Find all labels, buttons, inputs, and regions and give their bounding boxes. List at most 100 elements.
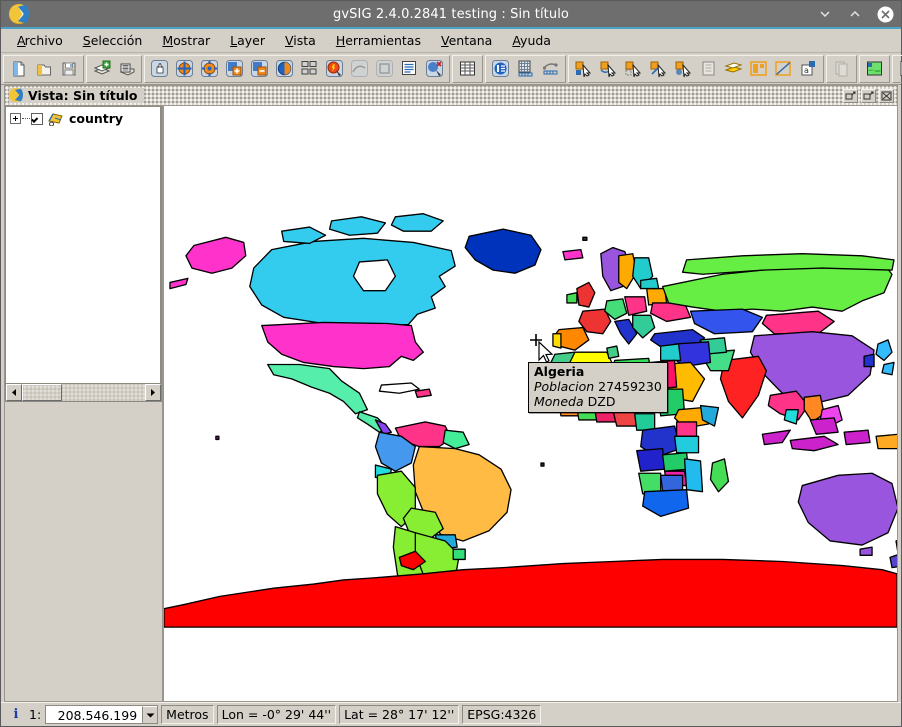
country-baltics[interactable] — [640, 277, 660, 290]
file-group — [3, 54, 84, 83]
country-dominican[interactable] — [414, 388, 432, 399]
map-canvas[interactable]: Algeria Poblacion 27459230 Moneda DZD — [163, 106, 897, 701]
view-window: Vista: Sin título country Algeria Poblac… — [4, 85, 898, 702]
measure-distance-button[interactable] — [348, 57, 371, 81]
expand-layer-icon[interactable] — [10, 113, 21, 124]
attribute-table-button[interactable] — [456, 57, 479, 81]
country-kenya[interactable] — [675, 421, 698, 437]
grid-settings-button[interactable] — [514, 57, 537, 81]
selection-by-attribute-button[interactable]: a — [797, 57, 820, 81]
legend-editor-button[interactable] — [896, 57, 902, 81]
country-iceland[interactable] — [562, 248, 584, 261]
selection-by-layer-button[interactable] — [772, 57, 795, 81]
country-ireland[interactable] — [566, 292, 578, 304]
info-tool-button[interactable] — [323, 57, 346, 81]
measure-area-button[interactable] — [373, 57, 396, 81]
scroll-left-button[interactable] — [6, 384, 22, 401]
select-all-button[interactable] — [697, 57, 720, 81]
zoom-in-button[interactable] — [223, 57, 246, 81]
country-papua-new-guinea[interactable] — [875, 433, 897, 450]
select-by-buffer-button[interactable] — [672, 57, 695, 81]
layer-properties-button[interactable] — [115, 57, 138, 81]
close-window-button[interactable] — [879, 88, 894, 103]
copy-features-button[interactable] — [830, 57, 853, 81]
country-tunisia[interactable] — [606, 345, 620, 360]
country-portugal[interactable] — [552, 333, 562, 349]
scale-value[interactable]: 208.546.199 — [46, 706, 143, 723]
gvsig-application-window: gvSIG 2.4.0.2841 testing : Sin título Ar… — [0, 0, 902, 727]
workarea: Vista: Sin título country Algeria Poblac… — [1, 85, 901, 702]
toolbar-container: a — [1, 53, 902, 85]
minimize-button[interactable] — [817, 6, 833, 22]
country-botswana[interactable] — [659, 474, 684, 493]
island-hawaii[interactable] — [215, 435, 220, 441]
close-button[interactable] — [877, 6, 894, 23]
select-by-polygon-button[interactable] — [622, 57, 645, 81]
menu-archivo[interactable]: Archivo — [7, 30, 73, 51]
select-by-point-button[interactable] — [572, 57, 595, 81]
menu-seleccion[interactable]: Selección — [73, 30, 153, 51]
scale-prefix-label: 1: — [29, 707, 42, 722]
menu-herramientas[interactable]: Herramientas — [326, 30, 431, 51]
country-mozambique[interactable] — [683, 458, 704, 493]
add-layer-button[interactable] — [90, 57, 113, 81]
maximize-window-button[interactable] — [861, 88, 876, 103]
scrollbar-thumb[interactable] — [22, 384, 62, 401]
scrollbar-track[interactable] — [22, 384, 145, 401]
select-by-rect-button[interactable] — [597, 57, 620, 81]
country-uruguay[interactable] — [452, 548, 466, 561]
zoom-full-extent-button[interactable] — [273, 57, 296, 81]
layer-visibility-checkbox[interactable] — [31, 112, 43, 125]
country-korea[interactable] — [863, 353, 875, 368]
country-iraq[interactable] — [659, 343, 682, 362]
island-svalbard[interactable] — [582, 236, 588, 242]
restore-window-button[interactable] — [843, 88, 858, 103]
save-project-button[interactable] — [57, 57, 80, 81]
country-cameroon[interactable] — [634, 413, 656, 431]
view-center-button[interactable] — [398, 57, 421, 81]
country-tanzania[interactable] — [673, 435, 700, 454]
tree-connector — [22, 118, 30, 119]
menu-ayuda[interactable]: Ayuda — [502, 30, 561, 51]
zoom-to-layer-button[interactable] — [298, 57, 321, 81]
country-indonesia-sulawesi[interactable] — [843, 429, 871, 446]
chevron-down-icon[interactable] — [142, 706, 158, 723]
view-window-controls — [843, 88, 897, 103]
menu-ventana[interactable]: Ventana — [431, 30, 502, 51]
menu-ayuda-label: yuda — [520, 33, 551, 48]
zoom-previous-button[interactable] — [423, 57, 446, 81]
island-atlantic[interactable] — [540, 462, 545, 467]
view-window-title: Vista: Sin título — [28, 88, 138, 103]
country-japan-south[interactable] — [881, 361, 895, 376]
open-project-button[interactable] — [32, 57, 55, 81]
profile-tool-button[interactable] — [539, 57, 562, 81]
pan-button[interactable] — [148, 57, 171, 81]
tooltip-field-poblacion-label: Poblacion — [534, 378, 595, 394]
menu-mostrar[interactable]: Mostrar — [152, 30, 220, 51]
scroll-right-button[interactable] — [145, 384, 161, 401]
country-tasmania[interactable] — [859, 546, 873, 556]
toc-horizontal-scrollbar[interactable] — [5, 384, 162, 402]
country-angola[interactable] — [636, 447, 666, 472]
clear-selection-button[interactable] — [747, 57, 770, 81]
menu-ventana-label: entana — [448, 33, 493, 48]
layer-tree-row-country[interactable]: country — [6, 107, 160, 126]
select-by-circle-button[interactable] — [647, 57, 670, 81]
country-poland[interactable] — [624, 296, 648, 316]
layer-tree[interactable]: country — [5, 106, 162, 384]
menu-vista-label: ista — [293, 33, 316, 48]
scale-combobox[interactable]: 208.546.199 — [45, 705, 159, 724]
raster-properties-button[interactable] — [863, 57, 886, 81]
new-project-button[interactable] — [7, 57, 30, 81]
invert-selection-button[interactable] — [722, 57, 745, 81]
zoom-out-button[interactable] — [248, 57, 271, 81]
maximize-button[interactable] — [847, 6, 863, 22]
menu-layer[interactable]: Layer — [220, 30, 275, 51]
layer-info-button[interactable] — [489, 57, 512, 81]
zoom-out-rect-button[interactable] — [198, 57, 221, 81]
tooltip-field-poblacion-value: 27459230 — [598, 378, 662, 394]
zoom-in-rect-button[interactable] — [173, 57, 196, 81]
country-mongolia[interactable] — [761, 310, 835, 335]
toc-empty-area — [5, 402, 162, 701]
menu-vista[interactable]: Vista — [275, 30, 326, 51]
